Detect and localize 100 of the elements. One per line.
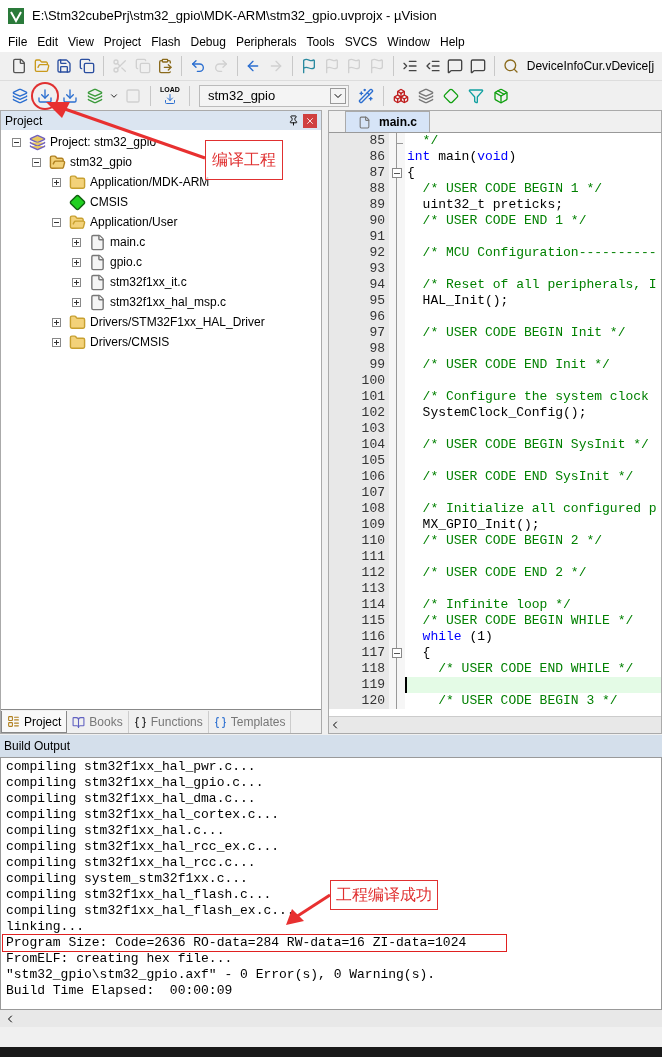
device-info-text: DeviceInfoCur.vDevice[j bbox=[526, 58, 655, 75]
menu-item[interactable]: Edit bbox=[37, 33, 59, 51]
folder-icon bbox=[69, 173, 86, 191]
output-line: Build Time Elapsed: 00:00:09 bbox=[6, 983, 233, 999]
scissors-icon bbox=[111, 58, 128, 74]
tree-item[interactable]: CMSIS bbox=[90, 193, 128, 211]
line-number: 105 bbox=[329, 453, 389, 469]
funnel-icon bbox=[468, 87, 484, 104]
line-number: 116 bbox=[329, 629, 389, 645]
expand-toggle[interactable] bbox=[71, 297, 81, 307]
line-number: 104 bbox=[329, 437, 389, 453]
menu-item[interactable]: Flash bbox=[151, 33, 181, 51]
code-line: while (1) bbox=[421, 629, 493, 645]
expand-toggle[interactable] bbox=[71, 237, 81, 247]
rebuild-icon bbox=[62, 87, 78, 104]
app-logo-icon bbox=[8, 8, 24, 24]
menu-item[interactable]: File bbox=[8, 33, 28, 51]
panel-tab[interactable]: Functions bbox=[128, 711, 209, 733]
output-line: compiling stm32f1xx_hal_pwr.c... bbox=[6, 759, 256, 775]
menu-item[interactable]: SVCS bbox=[344, 33, 378, 51]
line-number: 114 bbox=[329, 597, 389, 613]
code-line: uint32_t preticks; bbox=[421, 197, 564, 213]
fold-toggle[interactable] bbox=[392, 648, 402, 658]
tree-item[interactable]: gpio.c bbox=[110, 253, 143, 271]
layers-icon bbox=[12, 87, 28, 104]
book-icon bbox=[72, 715, 86, 729]
line-number: 107 bbox=[329, 485, 389, 501]
code-line: /* USER CODE END WHILE */ bbox=[437, 661, 634, 677]
target-folder-icon bbox=[49, 153, 66, 171]
line-number: 112 bbox=[329, 565, 389, 581]
code-line: SystemClock_Config(); bbox=[421, 405, 587, 421]
code-line: /* Reset of all peripherals, I bbox=[421, 277, 657, 293]
braces-icon bbox=[133, 715, 147, 729]
expand-toggle[interactable] bbox=[51, 317, 61, 327]
line-number: 87 bbox=[329, 165, 389, 181]
output-line: linking... bbox=[6, 919, 84, 935]
line-number: 120 bbox=[329, 693, 389, 709]
callout-label: 编译工程 bbox=[205, 140, 283, 180]
line-number: 98 bbox=[329, 341, 389, 357]
collapse-toggle[interactable] bbox=[51, 217, 61, 227]
horizontal-scrollbar[interactable] bbox=[0, 1010, 662, 1027]
line-number: 118 bbox=[329, 661, 389, 677]
tree-item[interactable]: Drivers/CMSIS bbox=[90, 333, 170, 351]
menu-item[interactable]: View bbox=[68, 33, 94, 51]
collapse-toggle[interactable] bbox=[11, 137, 21, 147]
pin-icon[interactable] bbox=[288, 115, 299, 126]
tree-item[interactable]: main.c bbox=[110, 233, 146, 251]
line-number: 111 bbox=[329, 549, 389, 565]
output-line: compiling stm32f1xx_hal_flash.c... bbox=[6, 887, 272, 903]
menu-item[interactable]: Project bbox=[103, 33, 142, 51]
template-icon bbox=[213, 715, 227, 729]
line-number: 93 bbox=[329, 261, 389, 277]
line-number: 113 bbox=[329, 581, 389, 597]
horizontal-scrollbar[interactable] bbox=[329, 716, 661, 733]
save-all-icon bbox=[79, 58, 96, 74]
panel-title: Project bbox=[5, 112, 43, 130]
line-number: 89 bbox=[329, 197, 389, 213]
close-button[interactable] bbox=[303, 113, 317, 128]
panel-tab[interactable]: Templates bbox=[208, 711, 292, 733]
tree-item[interactable]: stm32_gpio bbox=[70, 153, 133, 171]
tree-item[interactable]: Application/User bbox=[90, 213, 178, 231]
panel-tab[interactable]: Project bbox=[1, 711, 68, 733]
fold-toggle[interactable] bbox=[392, 168, 402, 178]
target-select[interactable]: stm32_gpio bbox=[199, 84, 349, 107]
line-number: 106 bbox=[329, 469, 389, 485]
line-number: 90 bbox=[329, 213, 389, 229]
tree-item[interactable]: stm32f1xx_it.c bbox=[110, 273, 187, 291]
expand-toggle[interactable] bbox=[71, 277, 81, 287]
menu-item[interactable]: Tools bbox=[306, 33, 335, 51]
expand-toggle[interactable] bbox=[71, 257, 81, 267]
menu-item[interactable]: Window bbox=[387, 33, 430, 51]
tree-item[interactable]: stm32f1xx_hal_msp.c bbox=[110, 293, 227, 311]
line-number: 110 bbox=[329, 533, 389, 549]
panel-tab[interactable]: Books bbox=[67, 711, 129, 733]
menu-item[interactable]: Help bbox=[440, 33, 465, 51]
line-number: 95 bbox=[329, 293, 389, 309]
build-button[interactable] bbox=[33, 83, 57, 108]
wand-icon bbox=[358, 87, 374, 104]
line-number: 97 bbox=[329, 325, 389, 341]
code-line: /* USER CODE END 2 */ bbox=[421, 565, 587, 581]
open-folder-icon bbox=[69, 213, 86, 231]
collapse-toggle[interactable] bbox=[31, 157, 41, 167]
download-icon bbox=[164, 93, 176, 105]
menu-item[interactable]: Peripherals bbox=[235, 33, 297, 51]
file-icon bbox=[89, 273, 106, 291]
output-line: compiling stm32f1xx_hal_rcc_ex.c... bbox=[6, 839, 280, 855]
code-line: /* USER CODE BEGIN Init */ bbox=[421, 325, 626, 341]
tree-item[interactable]: Project: stm32_gpio bbox=[50, 133, 157, 151]
expand-toggle[interactable] bbox=[51, 177, 61, 187]
line-number: 91 bbox=[329, 229, 389, 245]
flag-icon bbox=[323, 58, 340, 74]
menu-item[interactable]: Debug bbox=[190, 33, 226, 51]
code-line: /* USER CODE END SysInit */ bbox=[421, 469, 634, 485]
editor-tab[interactable]: main.c bbox=[345, 111, 430, 132]
output-line: compiling stm32f1xx_hal_cortex.c... bbox=[6, 807, 280, 823]
line-number: 92 bbox=[329, 245, 389, 261]
file-icon bbox=[358, 115, 371, 129]
expand-toggle[interactable] bbox=[51, 337, 61, 347]
output-line: compiling stm32f1xx_hal_gpio.c... bbox=[6, 775, 264, 791]
tree-item[interactable]: Drivers/STM32F1xx_HAL_Driver bbox=[90, 313, 265, 331]
